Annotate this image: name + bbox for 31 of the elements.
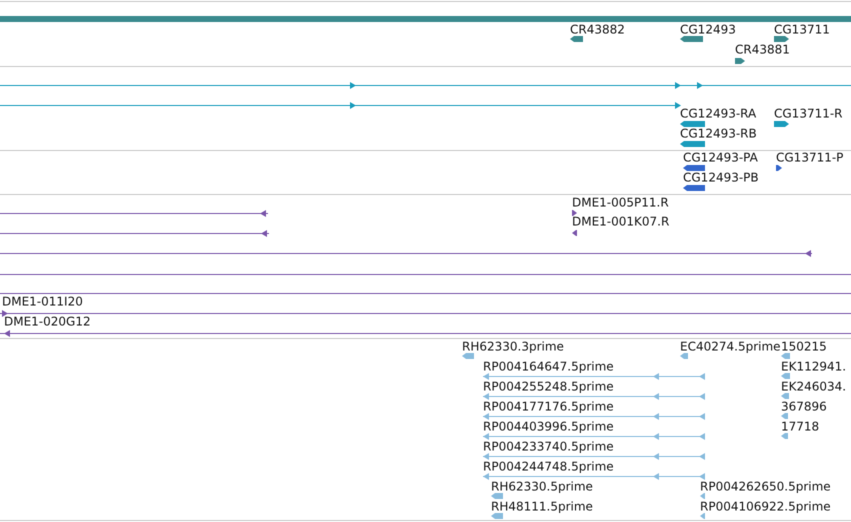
gene-label: CG12493 [680, 22, 736, 36]
est-label: 367896 [781, 399, 827, 414]
protein-label: CG12493-PB [683, 170, 759, 184]
est-label: RP004403996.5prime [483, 419, 614, 434]
protein-label: CG12493-PA [683, 150, 758, 164]
est-label: RP004177176.5prime [483, 399, 614, 414]
gene-label: CG13711 [774, 22, 830, 36]
est-label: EK112941. [781, 359, 846, 374]
est-label: 17718 [781, 419, 820, 434]
gene-label: CR43882 [570, 22, 625, 36]
est-label: RP004262650.5prime [700, 479, 831, 494]
transcript-label: CG13711-R [774, 106, 843, 120]
clone-label: DME1-001K07.R [572, 214, 670, 228]
est-label: RH62330.5prime [491, 479, 593, 494]
transcript-label: CG12493-RA [680, 106, 756, 120]
est-label: RP004244748.5prime [483, 459, 614, 474]
est-label: RP004233740.5prime [483, 439, 614, 454]
clone-label: DME1-011I20 [2, 294, 83, 308]
est-label: EC40274.5prime [680, 339, 781, 354]
est-label: RP004106922.5prime [700, 499, 831, 514]
clone-label: DME1-005P11.R [572, 195, 669, 210]
clone-label: DME1-020G12 [4, 314, 91, 328]
est-label: 150215 [781, 339, 827, 354]
est-label: EK246034. [781, 379, 846, 394]
protein-label: CG13711-P [776, 150, 844, 164]
est-label: RH48111.5prime [491, 499, 593, 514]
gene-label: CR43881 [735, 42, 790, 56]
est-label: RH62330.3prime [462, 339, 564, 354]
est-label: RP004164647.5prime [483, 359, 614, 374]
est-label: RP004255248.5prime [483, 379, 614, 394]
transcript-label: CG12493-RB [680, 126, 757, 140]
